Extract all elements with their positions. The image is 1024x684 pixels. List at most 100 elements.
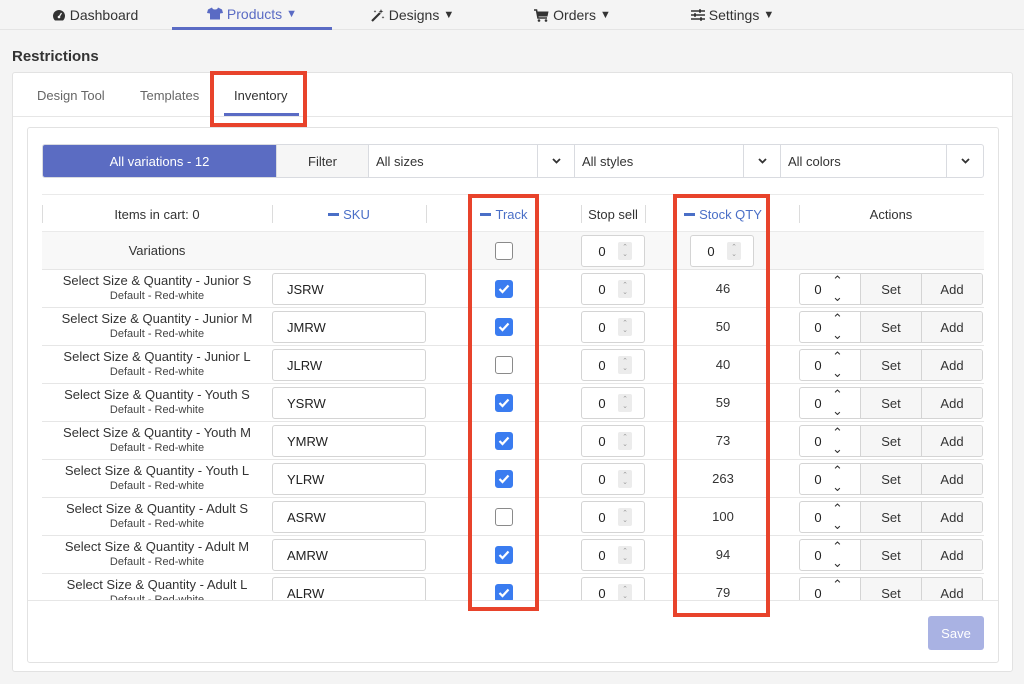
- set-button[interactable]: Set: [861, 388, 921, 418]
- add-button[interactable]: Add: [921, 540, 982, 570]
- action-qty-input[interactable]: 0 ⌃⌄: [800, 426, 861, 456]
- action-qty-input[interactable]: 0 ⌃⌄: [800, 388, 861, 418]
- add-button[interactable]: Add: [921, 464, 982, 494]
- stepper-icon[interactable]: ⌃⌄: [618, 242, 632, 260]
- set-button[interactable]: Set: [861, 426, 921, 456]
- stepper-icon[interactable]: ⌃⌄: [832, 312, 843, 342]
- stop-sell-input[interactable]: 0 ⌃ ⌄: [581, 349, 645, 381]
- stop-sell-input[interactable]: 0 ⌃ ⌄: [581, 577, 645, 600]
- header-stock-qty[interactable]: Stock QTY: [678, 195, 768, 233]
- track-checkbox[interactable]: [495, 470, 513, 488]
- add-button[interactable]: Add: [921, 502, 982, 532]
- action-qty-input[interactable]: 0 ⌃⌄: [800, 350, 861, 380]
- stepper-icon[interactable]: ⌃⌄: [832, 578, 843, 600]
- nav-products[interactable]: Products ▼: [172, 0, 332, 30]
- stepper-icon[interactable]: ⌃⌄: [832, 274, 843, 304]
- sku-input[interactable]: JMRW: [272, 311, 426, 343]
- stepper-icon[interactable]: ⌃⌄: [618, 508, 632, 526]
- stop-sell-value: 0: [598, 357, 606, 373]
- nav-orders[interactable]: Orders ▼: [530, 0, 615, 30]
- add-button[interactable]: Add: [921, 388, 982, 418]
- stepper-icon[interactable]: ⌃⌄: [727, 242, 741, 260]
- action-qty-input[interactable]: 0 ⌃⌄: [800, 312, 861, 342]
- stop-sell-input[interactable]: 0 ⌃ ⌄: [581, 501, 645, 533]
- stepper-icon[interactable]: ⌃⌄: [832, 540, 843, 570]
- action-qty-input[interactable]: 0 ⌃⌄: [800, 274, 861, 304]
- stepper-icon[interactable]: ⌃⌄: [618, 318, 632, 336]
- header-sku[interactable]: SKU: [272, 195, 426, 233]
- sku-input[interactable]: YSRW: [272, 387, 426, 419]
- tab-templates[interactable]: Templates: [140, 73, 199, 117]
- track-checkbox[interactable]: [495, 280, 513, 298]
- sku-input[interactable]: YMRW: [272, 425, 426, 457]
- nav-settings[interactable]: Settings ▼: [685, 0, 780, 30]
- stepper-icon[interactable]: ⌃⌄: [618, 394, 632, 412]
- stepper-icon[interactable]: ⌃⌄: [618, 280, 632, 298]
- add-button[interactable]: Add: [921, 578, 982, 600]
- track-checkbox[interactable]: [495, 356, 513, 374]
- sku-input[interactable]: AMRW: [272, 539, 426, 571]
- sku-input[interactable]: YLRW: [272, 463, 426, 495]
- header-track[interactable]: Track: [470, 195, 538, 233]
- track-checkbox[interactable]: [495, 318, 513, 336]
- tab-inventory[interactable]: Inventory: [234, 73, 287, 117]
- stepper-icon[interactable]: ⌃⌄: [832, 350, 843, 380]
- sku-input[interactable]: ALRW: [272, 577, 426, 600]
- colors-select[interactable]: All colors: [780, 145, 983, 177]
- set-button[interactable]: Set: [861, 502, 921, 532]
- stepper-icon[interactable]: ⌃⌄: [832, 464, 843, 494]
- add-button[interactable]: Add: [921, 426, 982, 456]
- stepper-icon[interactable]: ⌃⌄: [618, 470, 632, 488]
- stop-sell-input[interactable]: 0 ⌃ ⌄: [581, 539, 645, 571]
- set-button[interactable]: Set: [861, 312, 921, 342]
- bulk-track-checkbox[interactable]: [495, 242, 513, 260]
- track-checkbox[interactable]: [495, 546, 513, 564]
- variation-subtitle: Default - Red-white: [109, 480, 205, 492]
- set-button[interactable]: Set: [861, 578, 921, 600]
- checkmark-icon: [498, 474, 510, 484]
- add-button[interactable]: Add: [921, 274, 982, 304]
- variation-name: Select Size & Quantity - Adult S: [65, 501, 249, 516]
- add-button[interactable]: Add: [921, 350, 982, 380]
- nav-dashboard[interactable]: Dashboard: [40, 0, 150, 30]
- sizes-select[interactable]: All sizes: [368, 145, 574, 177]
- action-qty-input[interactable]: 0 ⌃⌄: [800, 464, 861, 494]
- set-button[interactable]: Set: [861, 540, 921, 570]
- styles-select[interactable]: All styles: [574, 145, 780, 177]
- action-qty-input[interactable]: 0 ⌃⌄: [800, 540, 861, 570]
- set-button[interactable]: Set: [861, 464, 921, 494]
- action-qty-input[interactable]: 0 ⌃⌄: [800, 502, 861, 532]
- sku-input[interactable]: ASRW: [272, 501, 426, 533]
- track-checkbox[interactable]: [495, 584, 513, 600]
- bulk-stop-sell-input[interactable]: 0 ⌃ ⌄: [581, 235, 645, 267]
- stepper-icon[interactable]: ⌃⌄: [618, 356, 632, 374]
- stop-sell-input[interactable]: 0 ⌃ ⌄: [581, 387, 645, 419]
- set-button[interactable]: Set: [861, 274, 921, 304]
- stop-sell-input[interactable]: 0 ⌃ ⌄: [581, 273, 645, 305]
- set-button[interactable]: Set: [861, 350, 921, 380]
- save-button[interactable]: Save: [928, 616, 984, 650]
- all-variations-button[interactable]: All variations - 12: [43, 145, 276, 177]
- stepper-icon[interactable]: ⌃⌄: [832, 388, 843, 418]
- checkmark-icon: [498, 322, 510, 332]
- nav-designs[interactable]: Designs ▼: [365, 0, 460, 30]
- track-checkbox[interactable]: [495, 394, 513, 412]
- filter-button[interactable]: Filter: [276, 145, 368, 177]
- stop-sell-value: 0: [598, 471, 606, 487]
- sku-input[interactable]: JSRW: [272, 273, 426, 305]
- tab-design-tool[interactable]: Design Tool: [37, 73, 105, 117]
- stepper-icon[interactable]: ⌃⌄: [618, 432, 632, 450]
- stepper-icon[interactable]: ⌃⌄: [832, 426, 843, 456]
- bulk-stock-qty-input[interactable]: 0 ⌃ ⌄: [690, 235, 754, 267]
- stop-sell-input[interactable]: 0 ⌃ ⌄: [581, 425, 645, 457]
- track-checkbox[interactable]: [495, 432, 513, 450]
- stepper-icon[interactable]: ⌃⌄: [618, 546, 632, 564]
- track-checkbox[interactable]: [495, 508, 513, 526]
- add-button[interactable]: Add: [921, 312, 982, 342]
- sku-input[interactable]: JLRW: [272, 349, 426, 381]
- stop-sell-input[interactable]: 0 ⌃ ⌄: [581, 463, 645, 495]
- stop-sell-input[interactable]: 0 ⌃ ⌄: [581, 311, 645, 343]
- stepper-icon[interactable]: ⌃⌄: [618, 584, 632, 600]
- action-qty-input[interactable]: 0 ⌃⌄: [800, 578, 861, 600]
- stepper-icon[interactable]: ⌃⌄: [832, 502, 843, 532]
